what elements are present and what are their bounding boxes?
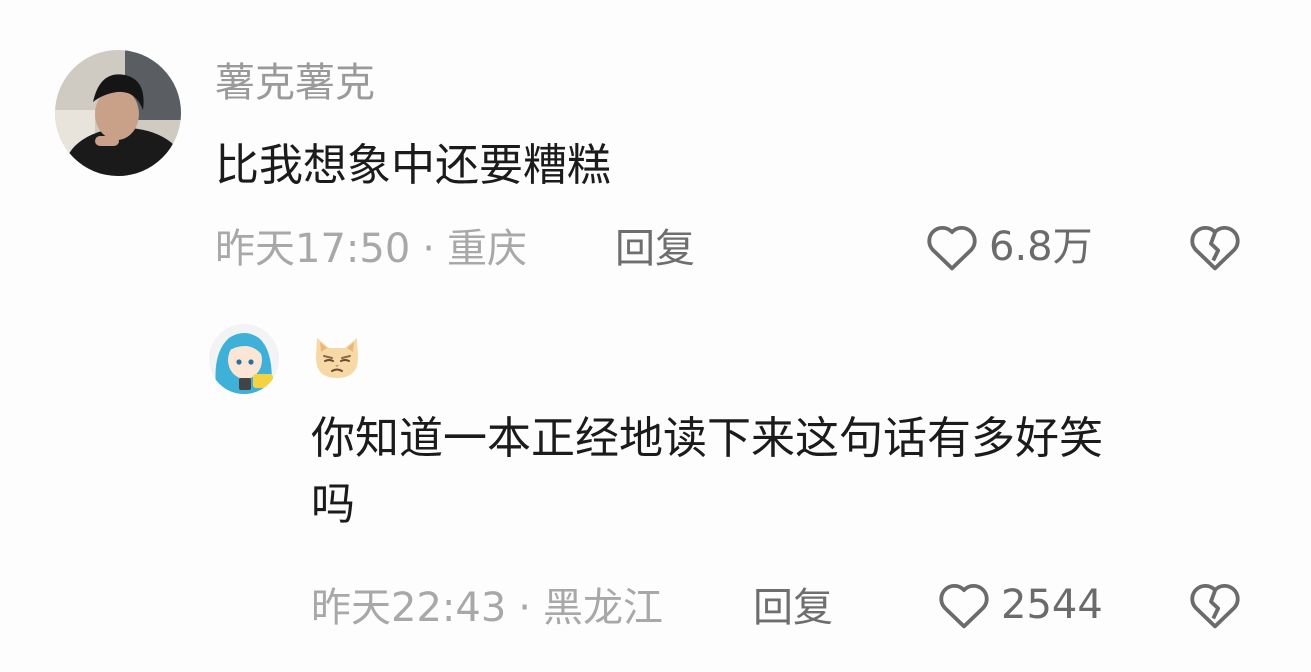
like-count: 6.8万 <box>989 224 1093 270</box>
like-button[interactable]: 6.8万 <box>925 222 1093 272</box>
avatar[interactable] <box>209 324 279 394</box>
comment-text: 你知道一本正经地读下来这句话有多好笑 吗 <box>311 406 1271 538</box>
heart-outline-icon <box>939 583 989 629</box>
broken-heart-icon <box>1190 583 1240 629</box>
meta-separator: · <box>518 585 531 631</box>
reply-button[interactable]: 回复 <box>753 588 833 628</box>
comment-meta: 昨天17:50 · 重庆 <box>215 229 527 269</box>
comment-text: 比我想象中还要糟糕 <box>215 140 611 191</box>
cat-emoji-icon <box>316 338 358 378</box>
username[interactable] <box>311 334 363 387</box>
comment-time: 昨天17:50 <box>215 226 411 272</box>
comment-time: 昨天22:43 <box>311 585 507 631</box>
comment-location: 黑龙江 <box>543 585 663 631</box>
comment-text-line-2: 吗 <box>311 479 355 530</box>
avatar[interactable] <box>55 50 181 176</box>
username[interactable]: 薯克薯克 <box>215 63 375 103</box>
meta-separator: · <box>422 226 435 272</box>
broken-heart-icon <box>1190 225 1240 271</box>
comment-meta: 昨天22:43 · 黑龙江 <box>311 588 663 628</box>
dislike-button[interactable] <box>1188 222 1242 276</box>
comment-text-line-1: 你知道一本正经地读下来这句话有多好笑 <box>311 413 1103 464</box>
heart-outline-icon <box>927 225 977 271</box>
comment-location: 重庆 <box>447 226 527 272</box>
reply-button[interactable]: 回复 <box>615 229 695 269</box>
like-button[interactable]: 2544 <box>937 580 1103 630</box>
dislike-button[interactable] <box>1188 580 1242 634</box>
like-count: 2544 <box>1001 582 1103 628</box>
